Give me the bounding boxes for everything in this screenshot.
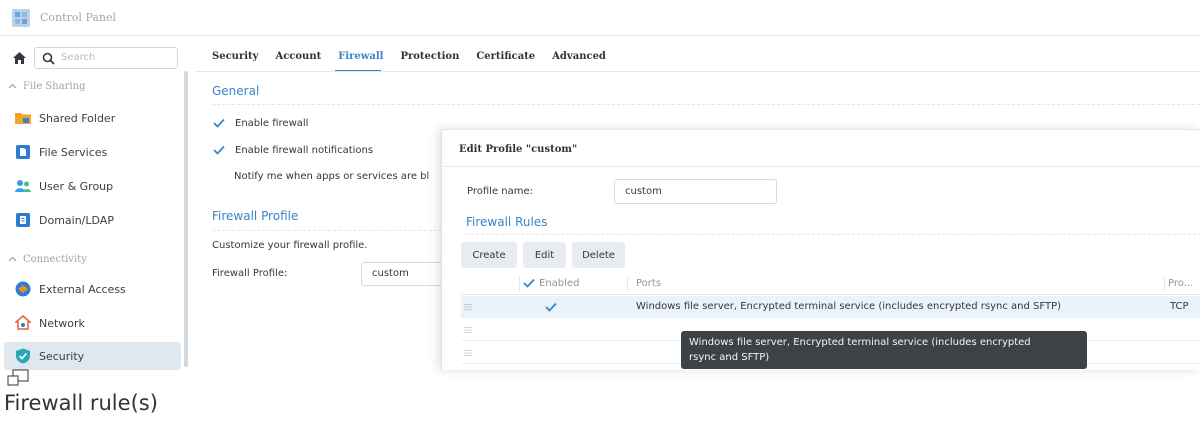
column-header-protocol[interactable]: Pro... <box>1168 278 1193 289</box>
dialog-title: Edit Profile "custom" <box>459 144 578 155</box>
search-icon <box>42 52 55 65</box>
shared-folder-icon <box>15 113 31 124</box>
column-header-enabled[interactable]: Enabled <box>523 277 579 289</box>
sidebar-item-label: Shared Folder <box>39 111 116 125</box>
network-icon <box>15 315 31 330</box>
sidebar-item-label: Network <box>39 316 85 330</box>
window-title: Control Panel <box>40 11 117 24</box>
firewall-profile-value: custom <box>372 268 409 279</box>
firewall-profile-title: Firewall Profile <box>212 209 299 223</box>
row-protocol: TCP <box>1170 301 1189 312</box>
table-row[interactable]: Windows file server, Encrypted terminal … <box>461 296 1200 318</box>
rules-table-header: Enabled Ports Pro... <box>461 273 1200 295</box>
sidebar-item-shared-folder[interactable]: Shared Folder <box>4 104 181 132</box>
tab-advanced[interactable]: Advanced <box>552 51 606 62</box>
section-header-connectivity[interactable]: Connectivity <box>8 251 87 267</box>
home-button[interactable] <box>9 48 29 68</box>
notify-text: Notify me when apps or services are bl <box>234 171 430 182</box>
section-header-file-sharing[interactable]: File Sharing <box>8 78 86 94</box>
home-icon <box>12 52 26 64</box>
sidebar-item-label: Security <box>39 349 85 363</box>
edit-button[interactable]: Edit <box>523 242 566 268</box>
section-divider <box>466 234 1200 235</box>
general-title: General <box>212 84 260 98</box>
control-panel-icon <box>12 9 30 27</box>
ports-tooltip: Windows file server, Encrypted terminal … <box>681 331 1087 369</box>
section-divider <box>212 104 1200 105</box>
tab-account[interactable]: Account <box>275 51 321 62</box>
profile-name-value: custom <box>625 186 662 197</box>
row-enabled-checkbox[interactable] <box>545 301 557 313</box>
profile-name-label: Profile name: <box>467 186 534 197</box>
column-separator <box>519 276 520 292</box>
sidebar-item-network[interactable]: Network <box>4 309 181 337</box>
search-input[interactable]: Search <box>34 47 178 69</box>
drag-handle-icon[interactable] <box>464 327 472 333</box>
section-divider <box>212 230 442 231</box>
external-access-icon <box>15 281 31 297</box>
checkmark-icon <box>523 278 535 288</box>
user-group-icon <box>15 180 31 192</box>
tab-security[interactable]: Security <box>212 51 258 62</box>
section-label: Connectivity <box>23 253 87 265</box>
tab-divider <box>196 71 1200 72</box>
sidebar-item-external-access[interactable]: External Access <box>4 275 181 303</box>
file-services-icon <box>16 145 30 159</box>
figure-caption: Firewall rule(s) <box>4 391 158 415</box>
create-button[interactable]: Create <box>461 242 517 268</box>
firewall-profile-label: Firewall Profile: <box>212 268 288 279</box>
tab-protection[interactable]: Protection <box>400 51 459 62</box>
column-header-enabled-label: Enabled <box>539 277 580 289</box>
enlarge-image-icon[interactable] <box>7 369 29 387</box>
sidebar-item-user-group[interactable]: User & Group <box>4 172 181 200</box>
tooltip-line: Windows file server, Encrypted terminal … <box>689 337 1031 348</box>
tab-firewall[interactable]: Firewall <box>338 51 383 62</box>
search-placeholder: Search <box>61 52 96 63</box>
delete-button[interactable]: Delete <box>572 242 625 268</box>
tab-certificate[interactable]: Certificate <box>476 51 535 62</box>
sidebar-item-label: File Services <box>39 145 108 159</box>
sidebar: Search File Sharing Shared Folder File S… <box>0 37 192 370</box>
firewall-profile-select[interactable]: custom <box>361 262 446 286</box>
enable-notifications-label: Enable firewall notifications <box>235 144 374 156</box>
sidebar-item-label: External Access <box>39 282 126 296</box>
checkmark-icon <box>213 145 225 155</box>
sidebar-item-domain-ldap[interactable]: Domain/LDAP <box>4 206 181 234</box>
chevron-up-icon <box>8 83 17 88</box>
firewall-profile-description: Customize your firewall profile. <box>212 240 368 251</box>
enable-firewall-label: Enable firewall <box>235 117 309 129</box>
tab-bar: Security Account Firewall Protection Cer… <box>212 51 606 62</box>
column-header-ports[interactable]: Ports <box>636 278 661 289</box>
sidebar-item-file-services[interactable]: File Services <box>4 138 181 166</box>
column-separator <box>1164 276 1165 292</box>
firewall-rules-title: Firewall Rules <box>466 215 548 229</box>
enable-firewall-checkbox[interactable]: Enable firewall <box>213 115 308 131</box>
sidebar-item-label: User & Group <box>39 179 114 193</box>
drag-handle-icon[interactable] <box>464 304 472 310</box>
enable-notifications-checkbox[interactable]: Enable firewall notifications <box>213 142 373 158</box>
dialog-divider <box>442 166 1200 167</box>
window-titlebar: Control Panel <box>0 0 1200 36</box>
domain-ldap-icon <box>16 213 30 227</box>
shield-icon <box>16 348 30 364</box>
chevron-up-icon <box>8 256 17 261</box>
sidebar-item-label: Domain/LDAP <box>39 213 114 227</box>
sidebar-item-security[interactable]: Security <box>4 342 181 370</box>
row-ports: Windows file server, Encrypted terminal … <box>636 301 1062 312</box>
drag-handle-icon[interactable] <box>464 350 472 356</box>
column-separator <box>627 276 628 292</box>
checkmark-icon <box>213 118 225 128</box>
tooltip-line: rsync and SFTP) <box>689 352 770 363</box>
profile-name-input[interactable]: custom <box>614 179 777 204</box>
sidebar-scrollbar[interactable] <box>184 71 188 367</box>
section-label: File Sharing <box>23 80 86 92</box>
